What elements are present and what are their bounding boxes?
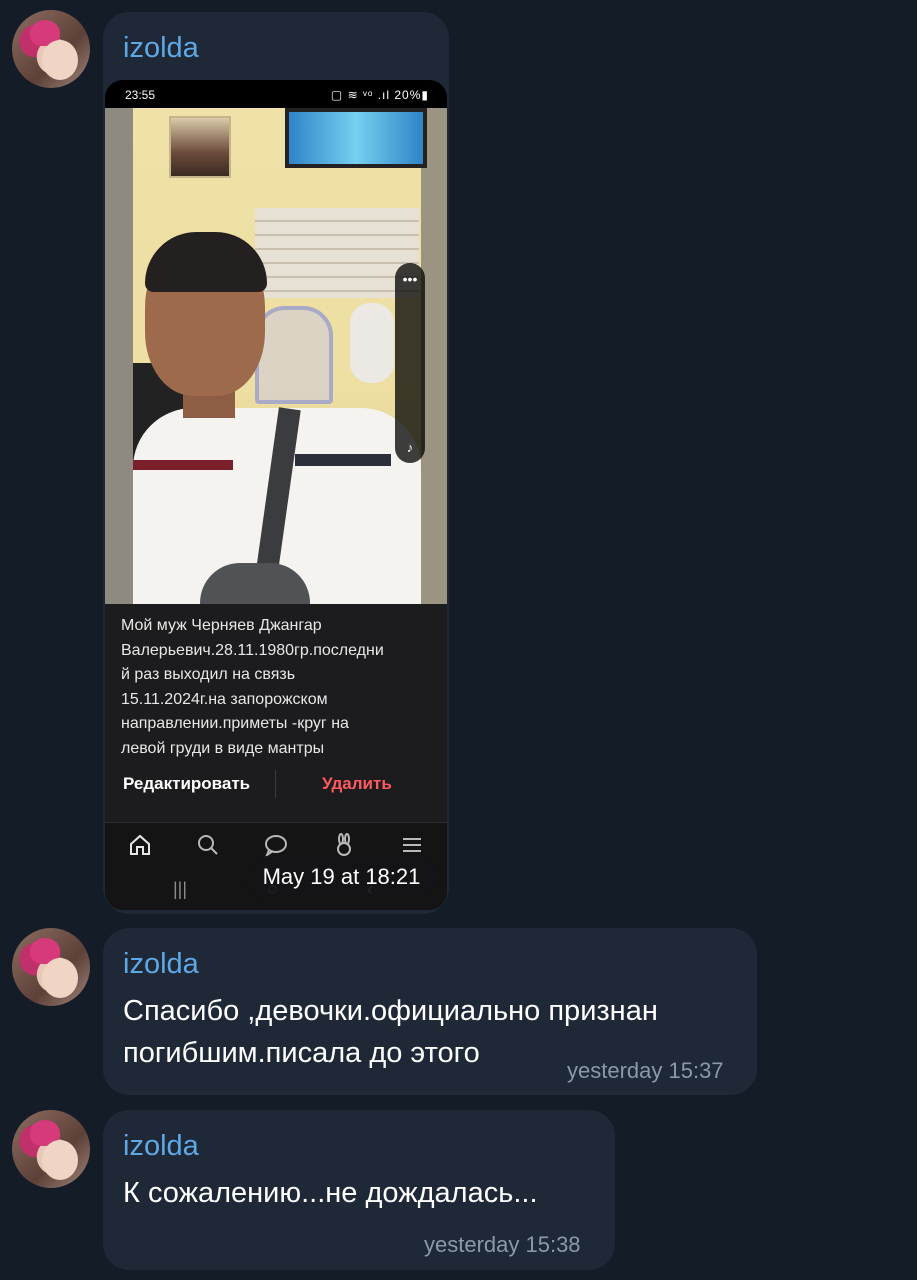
sender-name[interactable]: izolda xyxy=(123,1130,199,1163)
photo-attachment[interactable]: 23:55 ▢ ≋ ᵛᵒ .ıl 20%▮ ••• ♪ Мой муж Черн… xyxy=(105,80,447,910)
divider xyxy=(275,770,276,798)
message-line: Спасибо ,девочки.официально признан xyxy=(123,995,658,1027)
search-icon xyxy=(191,833,225,863)
sender-avatar[interactable] xyxy=(12,10,90,88)
avatar-face xyxy=(42,40,78,80)
avatar-face xyxy=(42,1140,78,1180)
more-icon: ••• xyxy=(402,271,418,287)
music-note-icon: ♪ xyxy=(406,440,414,455)
caption-line: направлении.приметы -круг на xyxy=(121,715,349,732)
avatar-face xyxy=(42,958,78,998)
caption-line: 15.11.2024г.на запорожском xyxy=(121,690,328,708)
high-chair xyxy=(255,306,333,404)
edit-button: Редактировать xyxy=(123,774,251,793)
message-time: yesterday 15:37 xyxy=(567,1058,724,1083)
message-time: yesterday 15:38 xyxy=(424,1232,581,1257)
message-text: К сожалению...не дождалась... xyxy=(123,1172,538,1214)
status-icons: ▢ ≋ ᵛᵒ .ıl 20%▮ xyxy=(330,88,429,102)
story-side-controls: ••• ♪ xyxy=(395,263,425,463)
wall-tv xyxy=(285,108,427,168)
caption-line: левой груди в виде мантры xyxy=(121,739,325,757)
caption-line: Валерьевич.28.11.1980гр.последни xyxy=(121,641,384,659)
wall-picture xyxy=(169,116,231,178)
caption-line: й раз выходил на связь xyxy=(121,666,296,683)
delete-button: Удалить xyxy=(322,774,392,793)
story-caption: Мой муж Черняев Джангар Валерьевич.28.11… xyxy=(121,614,437,761)
sender-avatar[interactable] xyxy=(12,1110,90,1188)
home-icon xyxy=(123,833,157,863)
status-time: 23:55 xyxy=(125,88,156,102)
story-photo: ••• ♪ xyxy=(105,108,447,604)
recents-icon: ||| xyxy=(173,879,188,899)
sender-name[interactable]: izolda xyxy=(123,948,199,981)
high-chair-2 xyxy=(350,303,394,383)
message-time: May 19 at 18:21 xyxy=(245,856,438,898)
sender-avatar[interactable] xyxy=(12,928,90,1006)
caption-line: Мой муж Черняев Джангар xyxy=(121,617,322,634)
message-line: К сожалению...не дождалась... xyxy=(123,1177,538,1209)
phone-status-bar: 23:55 ▢ ≋ ᵛᵒ .ıl 20%▮ xyxy=(105,80,447,108)
sender-name[interactable]: izolda xyxy=(123,32,199,65)
